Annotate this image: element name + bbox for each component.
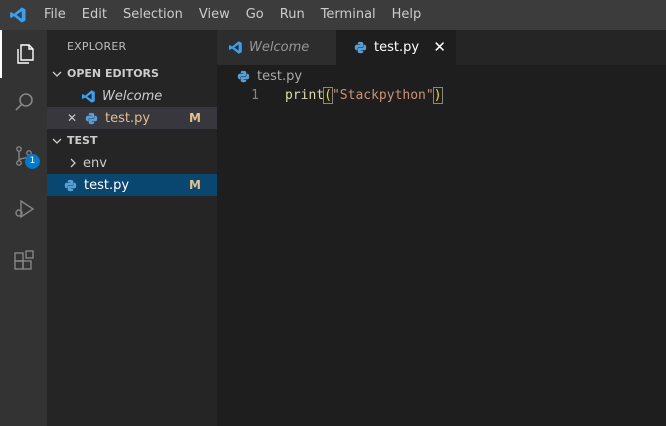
line-number: 1 xyxy=(251,88,259,103)
code-function: print xyxy=(285,88,325,103)
modified-badge: M xyxy=(189,111,201,125)
modified-badge: M xyxy=(189,178,201,192)
menu-selection[interactable]: Selection xyxy=(115,0,191,30)
menu-run[interactable]: Run xyxy=(272,0,313,30)
code-line[interactable]: print("Stackpython") xyxy=(285,85,443,107)
editor-tabs: Welcome test.py ✕ xyxy=(217,30,666,65)
explorer-icon[interactable] xyxy=(0,30,47,78)
activity-bar: 1 xyxy=(0,30,47,426)
open-editor-label: test.py xyxy=(105,110,151,126)
close-icon[interactable]: ✕ xyxy=(67,111,83,125)
search-icon[interactable] xyxy=(0,78,47,126)
close-icon[interactable]: ✕ xyxy=(433,30,446,65)
menu-edit[interactable]: Edit xyxy=(74,0,115,30)
menu-file[interactable]: File xyxy=(36,0,74,30)
run-debug-icon[interactable] xyxy=(0,185,47,233)
extensions-icon[interactable] xyxy=(0,237,47,285)
chevron-right-icon xyxy=(65,155,81,171)
vscode-logo-icon xyxy=(0,0,36,30)
tab-label: test.py xyxy=(374,40,420,55)
open-editors-header[interactable]: OPEN EDITORS xyxy=(47,63,217,85)
open-editors-label: OPEN EDITORS xyxy=(67,67,159,80)
breadcrumb[interactable]: test.py xyxy=(217,65,666,87)
code-editor[interactable]: 1 print("Stackpython") xyxy=(217,85,666,107)
vscode-icon xyxy=(227,40,243,56)
folder-label: env xyxy=(83,155,107,171)
menu-view[interactable]: View xyxy=(191,0,238,30)
folder-env[interactable]: env xyxy=(47,152,217,174)
scm-badge: 1 xyxy=(25,154,40,169)
menu-go[interactable]: Go xyxy=(238,0,272,30)
file-test-py[interactable]: test.py M xyxy=(47,174,217,196)
workspace-label: TEST xyxy=(67,134,98,147)
source-control-icon[interactable]: 1 xyxy=(0,132,47,180)
code-paren-open: ( xyxy=(323,87,333,104)
file-label: test.py xyxy=(84,177,130,193)
open-editor-label: Welcome xyxy=(102,88,163,104)
vscode-icon xyxy=(80,88,96,104)
python-icon xyxy=(235,68,251,84)
python-icon xyxy=(62,177,78,193)
tab-test-py[interactable]: test.py ✕ xyxy=(336,30,456,65)
explorer-sidebar: EXPLORER OPEN EDITORS Welcome ✕ test.py … xyxy=(47,30,217,426)
tab-welcome[interactable]: Welcome xyxy=(217,30,336,65)
code-paren-close: ) xyxy=(432,87,443,104)
menu-terminal[interactable]: Terminal xyxy=(313,0,384,30)
explorer-title: EXPLORER xyxy=(67,40,127,53)
workspace-header[interactable]: TEST xyxy=(47,130,217,152)
chevron-down-icon xyxy=(47,136,67,146)
open-editor-welcome[interactable]: Welcome xyxy=(47,85,217,107)
python-icon xyxy=(83,110,99,126)
chevron-down-icon xyxy=(47,69,67,79)
tab-label: Welcome xyxy=(249,40,310,55)
menu-help[interactable]: Help xyxy=(384,0,430,30)
menu-bar: File Edit Selection View Go Run Terminal… xyxy=(0,0,666,30)
open-editor-test-py[interactable]: ✕ test.py M xyxy=(47,107,217,129)
code-string: "Stackpython" xyxy=(331,88,434,103)
python-icon xyxy=(352,40,368,56)
breadcrumb-file: test.py xyxy=(257,68,303,84)
